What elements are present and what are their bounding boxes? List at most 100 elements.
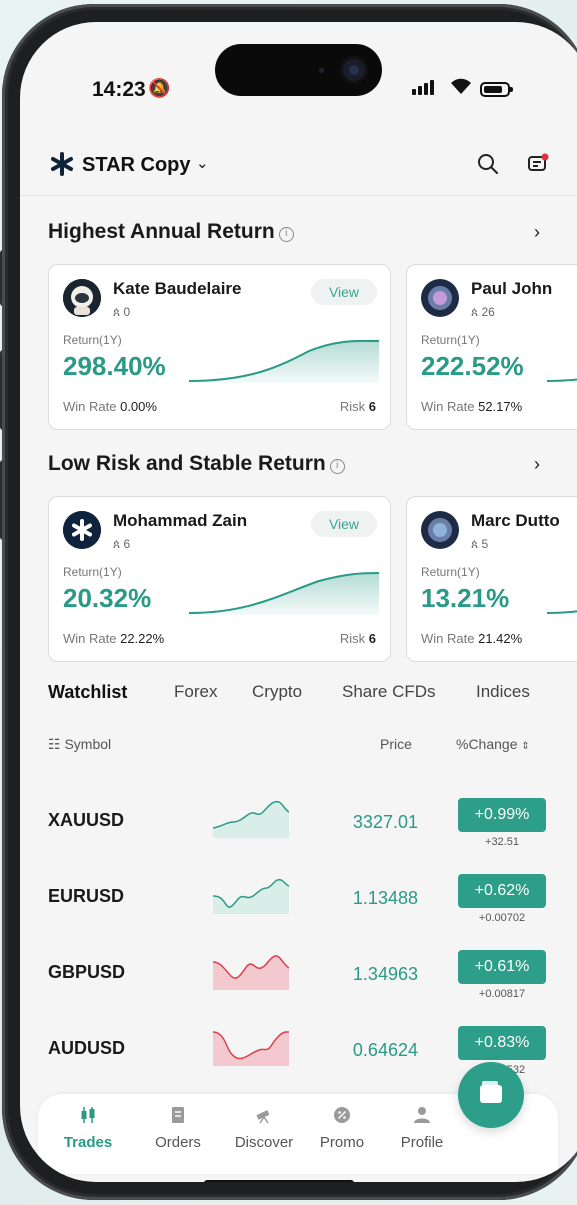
row-price: 1.34963 (352, 964, 418, 984)
trader-card[interactable]: Kate Baudelaire ጰ 0 View Return(1Y) 298.… (48, 264, 391, 430)
mini-chart (213, 800, 289, 838)
win-rate-value: 22.22% (120, 631, 165, 646)
mini-chart (213, 955, 289, 990)
avatar (63, 279, 101, 317)
table-row[interactable]: GBPUSD 1.34963 +0.61% +0.00817 (20, 942, 577, 1012)
wallet-fab[interactable] (458, 1062, 524, 1128)
tab-forex[interactable]: Forex (174, 682, 217, 702)
avatar (421, 511, 459, 549)
table-row[interactable]: XAUUSD 3327.01 +0.99% +32.51 (20, 790, 577, 860)
row-symbol: AUDUSD (48, 1038, 126, 1058)
followers-icon: ጰ (471, 537, 479, 551)
column-price: Price (380, 736, 412, 752)
message-icon[interactable] (526, 152, 550, 176)
trader-name: Marc Dutto (471, 511, 560, 530)
win-rate-label: Win Rate (63, 399, 117, 414)
risk-label: Risk (339, 631, 366, 646)
brand-switcher[interactable]: STAR Copy (82, 154, 191, 177)
trader-card[interactable]: Paul John ጰ 26 Return(1Y) 222.52% Win Ra… (406, 264, 577, 430)
candlestick-icon (81, 1107, 95, 1123)
nav-profile[interactable]: Profile (386, 1106, 458, 1152)
row-change-badge: +0.62% (458, 874, 546, 908)
followers-count: ጰ 6 (113, 537, 130, 552)
risk: Risk 6 (340, 631, 376, 646)
win-rate: Win Rate 0.00% (63, 399, 157, 414)
nav-discover[interactable]: Discover (228, 1106, 300, 1152)
column-symbol-label: Symbol (64, 736, 112, 752)
row-symbol: GBPUSD (48, 962, 126, 982)
row-change-abs: +32.51 (485, 836, 519, 848)
risk: Risk 6 (340, 399, 376, 414)
nav-trades[interactable]: Trades (52, 1106, 124, 1152)
return-label: Return(1Y) (63, 333, 122, 347)
row-change-badge: +0.61% (458, 950, 546, 984)
nav-orders[interactable]: Orders (142, 1106, 214, 1152)
view-button[interactable]: View (311, 511, 377, 537)
risk-value: 6 (368, 399, 376, 414)
followers-count: ጰ 26 (471, 305, 495, 320)
search-icon[interactable] (476, 152, 500, 176)
info-icon[interactable]: i (329, 459, 345, 474)
column-change[interactable]: %Change ⇕ (456, 736, 530, 752)
section-title-low-risk: Low Risk and Stable Return i (48, 452, 345, 476)
return-label: Return(1Y) (421, 565, 480, 579)
return-sparkline (189, 572, 379, 615)
trader-card[interactable]: Mohammad Zain ጰ 6 View Return(1Y) 20.32%… (48, 496, 391, 662)
followers-value: 5 (481, 537, 489, 551)
chevron-down-icon[interactable]: ⌄ (196, 154, 209, 172)
nav-label: Discover (234, 1134, 294, 1151)
followers-icon: ጰ (113, 305, 121, 319)
star-logo-icon (50, 152, 74, 181)
win-rate-label: Win Rate (421, 399, 475, 414)
return-value: 13.21% (421, 583, 510, 613)
row-symbol: XAUUSD (48, 810, 125, 830)
risk-label: Risk (339, 399, 366, 414)
win-rate-value: 52.17% (478, 399, 523, 414)
followers-count: ጰ 5 (471, 537, 488, 552)
promo-badge-icon (334, 1107, 350, 1123)
dynamic-island (215, 44, 382, 96)
nav-promo[interactable]: Promo (306, 1106, 378, 1152)
tab-crypto[interactable]: Crypto (252, 682, 302, 702)
return-value: 20.32% (63, 583, 152, 613)
nav-label: Trades (63, 1134, 113, 1151)
row-price: 0.64624 (352, 1040, 418, 1060)
trader-name: Paul John (471, 279, 553, 298)
tab-watchlist[interactable]: Watchlist (48, 682, 127, 703)
risk-value: 6 (368, 631, 376, 646)
chevron-right-icon[interactable]: › (534, 222, 540, 243)
win-rate-value: 0.00% (120, 399, 157, 414)
win-rate: Win Rate 22.22% (63, 631, 164, 646)
return-label: Return(1Y) (421, 333, 480, 347)
wallet-icon (480, 1081, 502, 1103)
mini-chart (213, 1031, 289, 1066)
row-symbol: EURUSD (48, 886, 125, 906)
wifi-icon (450, 77, 472, 101)
silent-bell-icon: 🔕 (148, 78, 171, 98)
section-title-text: Low Risk and Stable Return (48, 452, 326, 475)
followers-value: 26 (481, 305, 495, 319)
row-change-abs: +0.00817 (478, 988, 526, 1000)
column-symbol[interactable]: ☷ Symbol (48, 736, 111, 753)
sort-list-icon: ☷ (48, 736, 61, 752)
view-button[interactable]: View (311, 279, 377, 305)
battery-icon (480, 82, 513, 97)
app-header: STAR Copy ⌄ (20, 132, 577, 196)
sort-icon: ⇕ (521, 741, 530, 752)
trader-name: Kate Baudelaire (113, 279, 242, 298)
section-title-text: Highest Annual Return (48, 220, 275, 243)
tab-share-cfds[interactable]: Share CFDs (342, 682, 436, 702)
followers-icon: ጰ (113, 537, 121, 551)
return-sparkline (189, 339, 379, 383)
win-rate: Win Rate 52.17% (421, 399, 522, 414)
table-row[interactable]: EURUSD 1.13488 +0.62% +0.00702 (20, 866, 577, 936)
info-icon[interactable]: i (278, 227, 294, 242)
tab-indices[interactable]: Indices (476, 682, 530, 702)
signal-icon (412, 80, 434, 95)
status-time: 14:23 (92, 78, 146, 101)
followers-value: 6 (123, 537, 131, 551)
avatar (63, 511, 101, 549)
home-indicator (204, 1180, 354, 1182)
trader-card[interactable]: Marc Dutto ጰ 5 Return(1Y) 13.21% Win Rat… (406, 496, 577, 662)
chevron-right-icon[interactable]: › (534, 454, 540, 475)
